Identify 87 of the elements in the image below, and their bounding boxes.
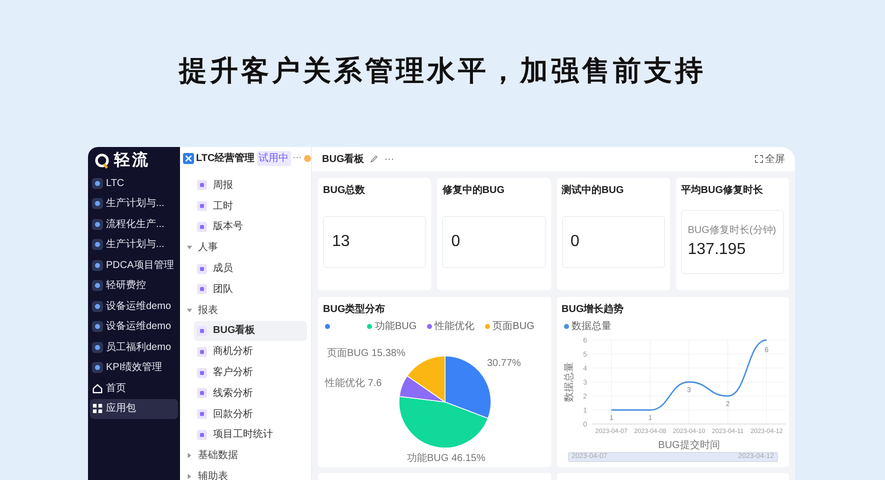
nav-item[interactable]: 团队 [194,278,307,300]
slice-label: 功能BUG 46.15% [407,453,486,464]
trial-badge: 试用中 [256,150,291,166]
app-icon [92,198,103,210]
nav-item[interactable]: 版本号 [194,216,307,238]
page-icon [197,388,207,398]
slice-label: 页面BUG 15.38% [327,348,406,359]
nav-item[interactable]: 线索分析 [194,382,307,404]
fullscreen-icon [755,155,763,163]
sidebar-item[interactable]: 轻研费控 [90,276,178,296]
sidebar-item[interactable]: 流程化生产... [90,214,178,234]
grid-icon [92,403,103,414]
slice-label: 性能优化 7.6 [325,378,382,389]
nav-group[interactable]: 基础数据 [180,445,311,466]
app-icon [92,218,103,230]
sidebar-item[interactable]: 设备运维demo [90,296,178,316]
logo-text: 轻流 [114,150,150,171]
app-icon [92,178,103,189]
metric-value: 0 [570,232,580,252]
page-icon [197,222,207,232]
page-icon [197,430,207,440]
fullscreen-button[interactable]: 全屏 [755,152,785,166]
nav-group[interactable]: 人事 [180,237,311,258]
nav-item[interactable]: 客户分析 [194,362,307,383]
stat-title: BUG总数 [323,184,366,198]
page-icon [197,346,207,357]
sidebar-item[interactable]: LTC [90,173,178,194]
stat-title: 修复中的BUG [442,184,506,198]
page-icon [197,284,207,294]
legend-label: 数据总量 [572,320,612,334]
nav-item[interactable]: 成员 [194,258,307,279]
page-icon [197,409,207,420]
nav-item[interactable]: 工时 [194,196,307,217]
nav-item[interactable]: 商机分析 [194,341,307,362]
app-icon [92,362,103,374]
sidebar-item[interactable]: 员工福利demo [90,337,178,358]
sidebar-item[interactable]: KPI绩效管理 [90,358,178,378]
nav-group[interactable]: 报表 [180,300,311,321]
nav-item[interactable]: 回款分析 [194,404,307,425]
metric-value: 13 [332,232,350,252]
sidebar-item[interactable]: 生产计划与... [90,194,178,214]
sidebar-item[interactable]: 生产计划与... [90,234,178,255]
legend-label: 性能优化 [434,320,475,334]
more-button[interactable]: ··· [292,151,302,165]
app-icon [92,321,103,332]
chart-title: BUG增长趋势 [562,302,625,317]
metric-caption: BUG修复时长(分钟) [688,224,777,238]
page-icon [197,180,207,190]
app-icon [92,260,103,271]
caret-icon [186,452,193,460]
app-logo-icon [183,152,194,164]
more-button[interactable]: ··· [384,152,394,166]
x-axis-label: BUG提交时间 [658,440,720,451]
sidebar-item[interactable]: 设备运维demo [90,316,178,337]
page-icon [197,264,207,274]
metric-value: 137.195 [688,240,747,260]
app-icon [92,239,103,250]
app-icon [92,280,103,292]
slice-label: 30.77% [487,358,521,369]
metric-value: 0 [451,232,460,252]
app-icon [92,300,103,312]
nav-group[interactable]: 辅助表 [180,466,311,480]
app-icon [92,342,103,353]
caret-icon [186,473,193,480]
nav-item[interactable]: 项目工时统计 [194,424,307,446]
page-icon [197,368,207,378]
page-icon [197,326,207,336]
dashboard-title: BUG看板 [322,152,364,166]
y-axis-label: 数据总量 [564,362,574,402]
stat-title: 测试中的BUG [562,184,625,198]
headline: 提升客户关系管理水平，加强售前支持 [179,54,706,88]
logo-icon [94,153,110,169]
caret-icon [186,244,193,252]
sidebar-item[interactable]: 应用包 [90,398,178,419]
sidebar-item[interactable]: 首页 [90,378,178,398]
nav-item[interactable]: 周报 [194,175,307,196]
legend-label: 功能BUG [375,320,417,334]
app-title: LTC经营管理 [196,152,255,166]
chart-title: BUG类型分布 [323,302,386,317]
caret-icon [186,306,193,314]
stat-title: 平均BUG修复时长 [680,184,764,198]
page-icon [197,201,207,212]
home-icon [92,382,103,394]
sidebar-item[interactable]: PDCA项目管理 [90,255,178,276]
nav-item[interactable]: BUG看板 [194,320,307,342]
edit-icon[interactable] [370,155,378,163]
legend-label: 页面BUG [492,320,534,334]
